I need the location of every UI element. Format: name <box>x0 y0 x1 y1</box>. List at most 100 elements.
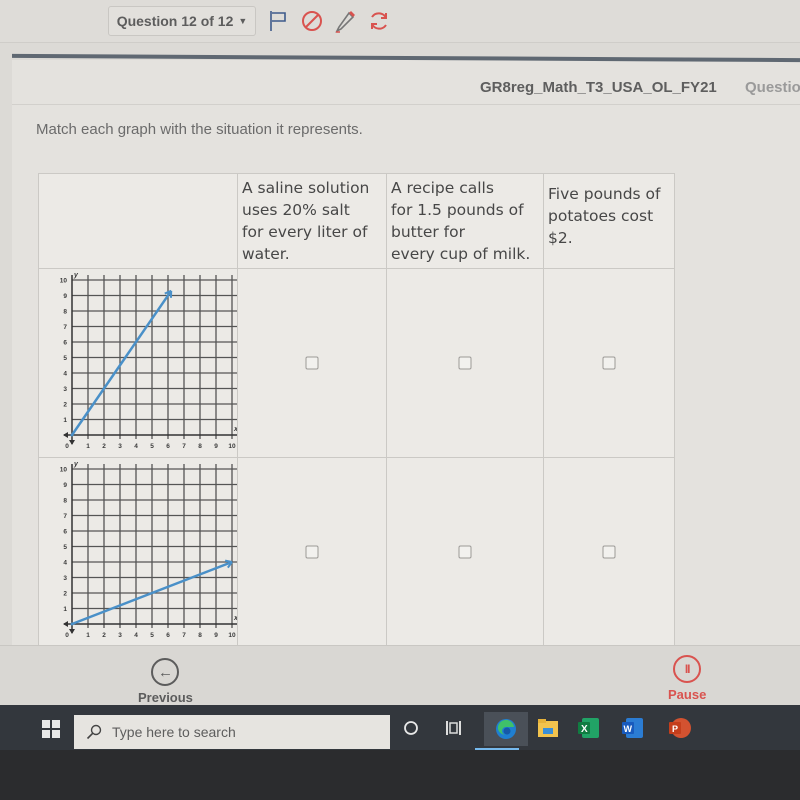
table-row: 0 1 2 3 4 5 6 7 8 9 10 1 2 3 4 5 6 7 8 9 10 x y <box>38 457 675 647</box>
browser-screen: Question 12 of 12 ▼ GR8reg_Math_T3_USA_O… <box>0 0 800 705</box>
x-axis-label: x <box>233 426 237 433</box>
flag-icon[interactable] <box>266 9 290 33</box>
checkbox-graph1-recipe[interactable] <box>458 356 472 370</box>
match-cell[interactable] <box>543 268 675 458</box>
task-view-icon[interactable] <box>441 715 467 741</box>
pencil-icon[interactable] <box>333 9 357 33</box>
y-tick-label: 3 <box>63 386 67 393</box>
matching-table: A saline solution uses 20% salt for ever… <box>38 173 675 647</box>
x-tick-label: 0 <box>65 443 69 450</box>
header-line: butter for <box>391 223 465 241</box>
cortana-icon[interactable] <box>398 715 424 741</box>
y-axis-label: y <box>73 461 79 468</box>
x-axis-arrow <box>63 621 68 627</box>
y-tick-label: 4 <box>63 560 67 567</box>
edge-icon[interactable] <box>475 712 528 750</box>
x-tick-label: 7 <box>182 443 186 450</box>
x-tick-label: 8 <box>198 632 202 639</box>
previous-button[interactable]: ← Previous <box>138 658 193 705</box>
table-header-row: A saline solution uses 20% salt for ever… <box>38 173 675 269</box>
question-label: Questio <box>745 79 800 96</box>
y-tick-label: 6 <box>63 340 67 347</box>
file-explorer-icon[interactable] <box>535 715 561 741</box>
table-row: 0 1 2 3 4 5 6 7 8 9 10 1 2 3 4 5 6 7 8 9 10 x y <box>38 268 675 458</box>
svg-text:P: P <box>672 724 678 734</box>
content-divider <box>12 104 800 105</box>
y-tick-label: 6 <box>63 529 67 536</box>
header-line: $2. <box>548 229 573 247</box>
question-selector[interactable]: Question 12 of 12 ▼ <box>108 6 256 36</box>
windows-taskbar: Type here to search X W P <box>0 705 800 750</box>
pause-label: Pause <box>668 687 707 702</box>
x-tick-label: 10 <box>228 443 236 450</box>
column-header-saline: A saline solution uses 20% salt for ever… <box>237 173 387 269</box>
match-cell[interactable] <box>237 268 387 458</box>
y-axis-arrow <box>69 629 75 634</box>
search-placeholder: Type here to search <box>112 724 236 740</box>
x-tick-label: 4 <box>134 443 138 450</box>
graph-cell-2: 0 1 2 3 4 5 6 7 8 9 10 1 2 3 4 5 6 7 8 9 10 x y <box>38 457 238 647</box>
refresh-icon[interactable] <box>367 9 391 33</box>
cancel-icon[interactable] <box>300 9 324 33</box>
question-prompt: Match each graph with the situation it r… <box>36 121 363 138</box>
header-line: water. <box>242 245 290 263</box>
y-tick-label: 4 <box>63 371 67 378</box>
previous-label: Previous <box>138 690 193 705</box>
y-tick-label: 10 <box>60 278 68 285</box>
checkbox-graph2-potatoes[interactable] <box>602 545 616 559</box>
checkbox-graph1-potatoes[interactable] <box>602 356 616 370</box>
match-cell[interactable] <box>386 268 544 458</box>
header-line: Five pounds of <box>548 185 661 203</box>
header-line: potatoes cost <box>548 207 654 225</box>
y-tick-label: 2 <box>63 402 67 409</box>
word-icon[interactable]: W <box>620 715 646 741</box>
x-tick-label: 3 <box>118 443 122 450</box>
pause-icon: II <box>673 655 702 683</box>
data-point <box>70 622 74 626</box>
y-tick-label: 1 <box>63 606 67 613</box>
x-tick-label: 4 <box>134 632 138 639</box>
checkbox-graph2-recipe[interactable] <box>458 545 472 559</box>
column-header-potatoes: Five pounds of potatoes cost $2. <box>543 173 675 269</box>
checkbox-graph2-saline[interactable] <box>305 545 319 559</box>
match-cell[interactable] <box>237 457 387 647</box>
data-point <box>70 433 74 437</box>
header-blank-cell <box>38 173 238 269</box>
x-tick-label: 7 <box>182 632 186 639</box>
taskbar-search-input[interactable]: Type here to search <box>74 715 390 749</box>
y-tick-label: 3 <box>63 575 67 582</box>
y-tick-label: 1 <box>63 417 67 424</box>
x-tick-label: 5 <box>150 443 154 450</box>
svg-text:X: X <box>581 724 588 735</box>
x-tick-label: 2 <box>102 632 106 639</box>
chevron-down-icon: ▼ <box>238 16 248 26</box>
x-tick-label: 6 <box>166 443 170 450</box>
arrow-left-icon: ← <box>151 658 180 686</box>
x-tick-label: 0 <box>65 632 69 639</box>
graph-cell-1: 0 1 2 3 4 5 6 7 8 9 10 1 2 3 4 5 6 7 8 9 10 x y <box>38 268 238 458</box>
x-tick-label: 5 <box>150 632 154 639</box>
search-icon <box>86 724 102 740</box>
question-selector-label: Question 12 of 12 <box>116 13 234 29</box>
pause-button[interactable]: II Pause <box>668 655 706 702</box>
checkbox-graph1-saline[interactable] <box>305 356 319 370</box>
y-tick-label: 9 <box>63 293 67 300</box>
x-tick-label: 6 <box>166 632 170 639</box>
windows-start-icon[interactable] <box>42 720 60 738</box>
x-axis-arrow <box>63 432 68 438</box>
x-tick-label: 9 <box>214 443 218 450</box>
match-cell[interactable] <box>386 457 544 647</box>
y-axis-arrow <box>69 440 75 445</box>
column-header-recipe: A recipe calls for 1.5 pounds of butter … <box>386 173 544 269</box>
excel-icon[interactable]: X <box>576 715 602 741</box>
test-name: GR8reg_Math_T3_USA_OL_FY21 <box>480 79 717 96</box>
y-tick-label: 5 <box>63 544 67 551</box>
header-line: for every liter of <box>242 223 368 241</box>
x-tick-label: 1 <box>86 443 90 450</box>
match-cell[interactable] <box>543 457 675 647</box>
x-tick-label: 1 <box>86 632 90 639</box>
y-tick-label: 8 <box>63 309 67 316</box>
y-tick-label: 7 <box>63 324 67 331</box>
powerpoint-icon[interactable]: P <box>666 715 692 741</box>
monitor-bezel <box>0 750 800 800</box>
